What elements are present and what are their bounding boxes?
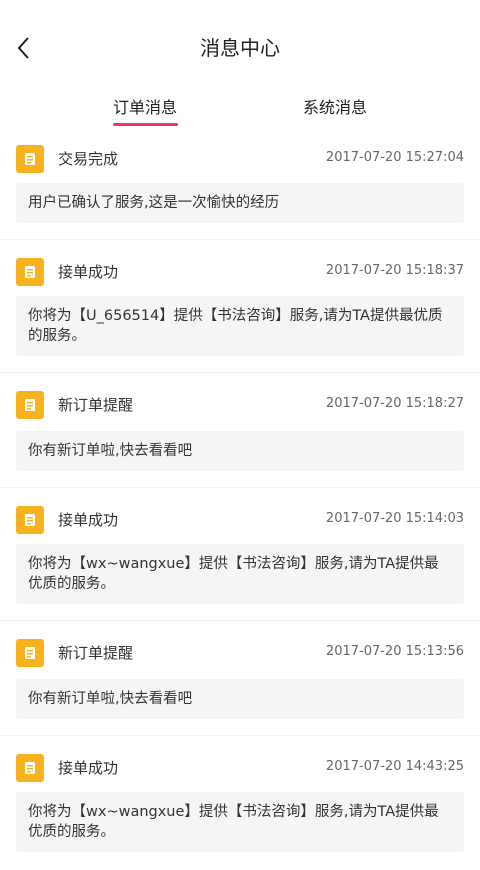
- message-body: 你将为【wx~wangxue】提供【书法咨询】服务,请为TA提供最优质的服务。: [16, 792, 464, 852]
- message-title: 接单成功: [58, 511, 119, 529]
- note-icon: [16, 639, 44, 667]
- note-icon: [16, 506, 44, 534]
- message-body: 你有新订单啦,快去看看吧: [16, 679, 464, 719]
- message-item[interactable]: 交易完成 2017-07-20 15:27:04 用户已确认了服务,这是一次愉快…: [0, 127, 480, 240]
- note-icon: [16, 145, 44, 173]
- message-header: 新订单提醒 2017-07-20 15:18:27: [16, 391, 464, 419]
- message-title: 新订单提醒: [58, 396, 134, 414]
- message-time: 2017-07-20 15:14:03: [325, 511, 464, 526]
- note-icon: [16, 754, 44, 782]
- message-list: 交易完成 2017-07-20 15:27:04 用户已确认了服务,这是一次愉快…: [0, 127, 480, 870]
- message-header: 接单成功 2017-07-20 14:43:25: [16, 754, 464, 782]
- message-header: 接单成功 2017-07-20 15:18:37: [16, 258, 464, 286]
- note-icon: [16, 391, 44, 419]
- message-item[interactable]: 新订单提醒 2017-07-20 15:13:56 你有新订单啦,快去看看吧: [0, 621, 480, 736]
- page-title: 消息中心: [200, 36, 280, 60]
- message-header: 新订单提醒 2017-07-20 15:13:56: [16, 639, 464, 667]
- message-time: 2017-07-20 14:43:25: [325, 759, 464, 774]
- message-title: 交易完成: [58, 150, 119, 168]
- message-title: 接单成功: [58, 759, 119, 777]
- message-header: 交易完成 2017-07-20 15:27:04: [16, 145, 464, 173]
- message-time: 2017-07-20 15:18:37: [325, 263, 464, 278]
- message-item[interactable]: 接单成功 2017-07-20 15:14:03 你将为【wx~wangxue】…: [0, 488, 480, 621]
- message-time: 2017-07-20 15:13:56: [325, 644, 464, 659]
- message-item[interactable]: 接单成功 2017-07-20 15:18:37 你将为【U_656514】提供…: [0, 240, 480, 373]
- active-tab-indicator: [113, 123, 178, 126]
- tab-order-messages[interactable]: 订单消息: [113, 94, 177, 118]
- message-item[interactable]: 新订单提醒 2017-07-20 15:18:27 你有新订单啦,快去看看吧: [0, 373, 480, 488]
- tab-system-messages[interactable]: 系统消息: [303, 94, 367, 118]
- message-header: 接单成功 2017-07-20 15:14:03: [16, 506, 464, 534]
- note-icon: [16, 258, 44, 286]
- message-body: 你将为【U_656514】提供【书法咨询】服务,请为TA提供最优质的服务。: [16, 296, 464, 356]
- message-time: 2017-07-20 15:18:27: [325, 396, 464, 411]
- message-item[interactable]: 接单成功 2017-07-20 14:43:25 你将为【wx~wangxue】…: [0, 736, 480, 870]
- tab-bar: 订单消息 系统消息: [0, 80, 480, 126]
- message-title: 新订单提醒: [58, 644, 134, 662]
- message-body: 你将为【wx~wangxue】提供【书法咨询】服务,请为TA提供最优质的服务。: [16, 544, 464, 604]
- message-time: 2017-07-20 15:27:04: [325, 150, 464, 165]
- message-title: 接单成功: [58, 263, 119, 281]
- message-body: 用户已确认了服务,这是一次愉快的经历: [16, 183, 464, 223]
- message-body: 你有新订单啦,快去看看吧: [16, 431, 464, 471]
